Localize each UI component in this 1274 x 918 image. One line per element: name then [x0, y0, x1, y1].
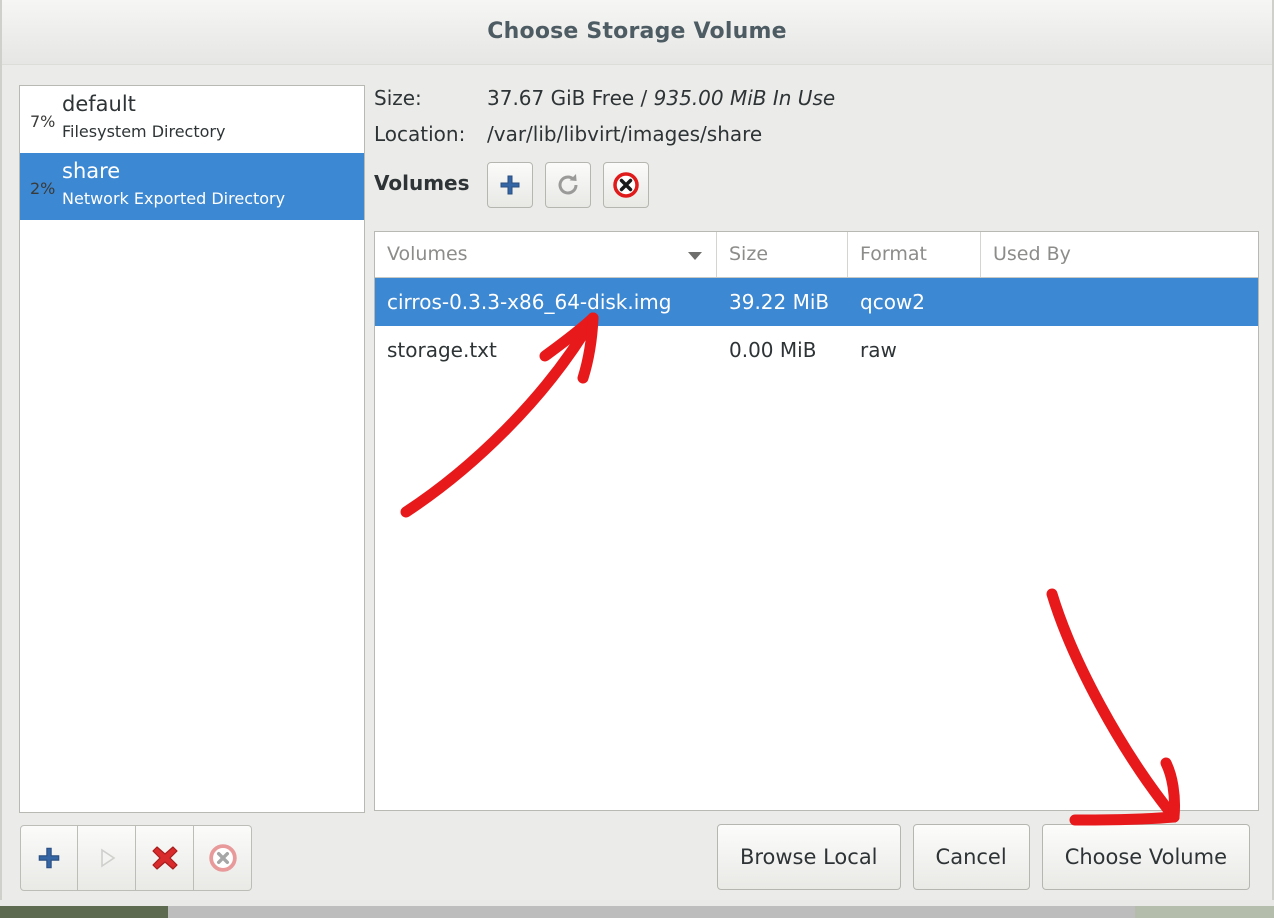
pool-type: Filesystem Directory [62, 122, 226, 141]
column-header-size[interactable]: Size [717, 232, 848, 277]
pool-list-item-default[interactable]: 7% default Filesystem Directory [20, 86, 364, 153]
volume-table-header: Volumes Size Format Used By [375, 232, 1258, 278]
column-header-volumes[interactable]: Volumes [375, 232, 717, 277]
strip-right-window [1135, 906, 1274, 918]
location-label: Location: [374, 122, 466, 146]
volumes-toolbar-label: Volumes [374, 171, 470, 195]
volume-table[interactable]: Volumes Size Format Used By cirros-0.3.3… [374, 231, 1259, 811]
cell-volume-format: raw [860, 338, 897, 362]
pool-details-pane: Size: 37.67 GiB Free / 935.00 MiB In Use… [374, 82, 1259, 212]
pool-action-toolbar [20, 825, 252, 891]
pool-location-row: Location: /var/lib/libvirt/images/share [374, 118, 1259, 154]
cell-volume-name: storage.txt [387, 338, 497, 362]
choose-volume-button[interactable]: Choose Volume [1041, 824, 1250, 890]
play-icon [100, 848, 115, 868]
chevron-down-icon [688, 252, 702, 260]
column-header-format[interactable]: Format [848, 232, 981, 277]
add-volume-button[interactable] [487, 162, 533, 208]
delete-pool-button[interactable] [136, 825, 194, 891]
desktop-background-strip [0, 900, 1274, 918]
location-value: /var/lib/libvirt/images/share [487, 122, 763, 146]
column-header-label: Size [729, 243, 769, 265]
plus-icon [500, 175, 520, 195]
stop-circle-icon [208, 844, 237, 872]
pool-name: default [62, 92, 136, 116]
table-row[interactable]: cirros-0.3.3-x86_64-disk.img 39.22 MiB q… [375, 278, 1258, 326]
size-value: 37.67 GiB Free / 935.00 MiB In Use [487, 86, 835, 110]
strip-left-window [0, 906, 168, 918]
size-in-use-text: 935.00 MiB In Use [653, 86, 836, 110]
pool-size-row: Size: 37.67 GiB Free / 935.00 MiB In Use [374, 82, 1259, 118]
plus-icon [38, 847, 60, 869]
refresh-icon [558, 174, 578, 195]
size-free-text: 37.67 GiB Free / [487, 86, 654, 110]
delete-circle-icon [613, 172, 639, 198]
column-header-label: Format [860, 243, 927, 265]
stop-pool-button[interactable] [194, 825, 252, 891]
delete-x-icon [151, 846, 178, 870]
volumes-toolbar: Volumes [374, 160, 1259, 212]
strip-top-edge [0, 900, 1274, 906]
pool-type: Network Exported Directory [62, 189, 286, 208]
cancel-button[interactable]: Cancel [912, 824, 1030, 890]
storage-pool-list[interactable]: 7% default Filesystem Directory 2% share… [19, 85, 365, 813]
pool-usage-percent: 2% [30, 179, 56, 198]
size-label: Size: [374, 86, 422, 110]
pool-list-item-share[interactable]: 2% share Network Exported Directory [20, 153, 364, 220]
dialog-titlebar: Choose Storage Volume [2, 0, 1272, 65]
column-header-label: Volumes [387, 243, 468, 265]
browse-local-button[interactable]: Browse Local [716, 824, 901, 890]
cell-volume-size: 39.22 MiB [729, 290, 830, 314]
cell-volume-format: qcow2 [860, 290, 926, 314]
add-pool-button[interactable] [20, 825, 78, 891]
start-pool-button[interactable] [78, 825, 136, 891]
dialog-title: Choose Storage Volume [487, 19, 787, 44]
cell-volume-size: 0.00 MiB [729, 338, 817, 362]
column-header-label: Used By [993, 243, 1071, 265]
refresh-volumes-button[interactable] [545, 162, 591, 208]
cell-volume-name: cirros-0.3.3-x86_64-disk.img [387, 290, 672, 314]
choose-storage-volume-dialog: Choose Storage Volume 7% default Filesys… [0, 0, 1274, 900]
dialog-button-bar: Browse Local Cancel Choose Volume [716, 824, 1250, 890]
pool-usage-percent: 7% [30, 112, 56, 131]
column-header-used-by[interactable]: Used By [981, 232, 1258, 277]
table-row[interactable]: storage.txt 0.00 MiB raw [375, 326, 1258, 374]
delete-volume-button[interactable] [603, 162, 649, 208]
pool-name: share [62, 159, 121, 183]
